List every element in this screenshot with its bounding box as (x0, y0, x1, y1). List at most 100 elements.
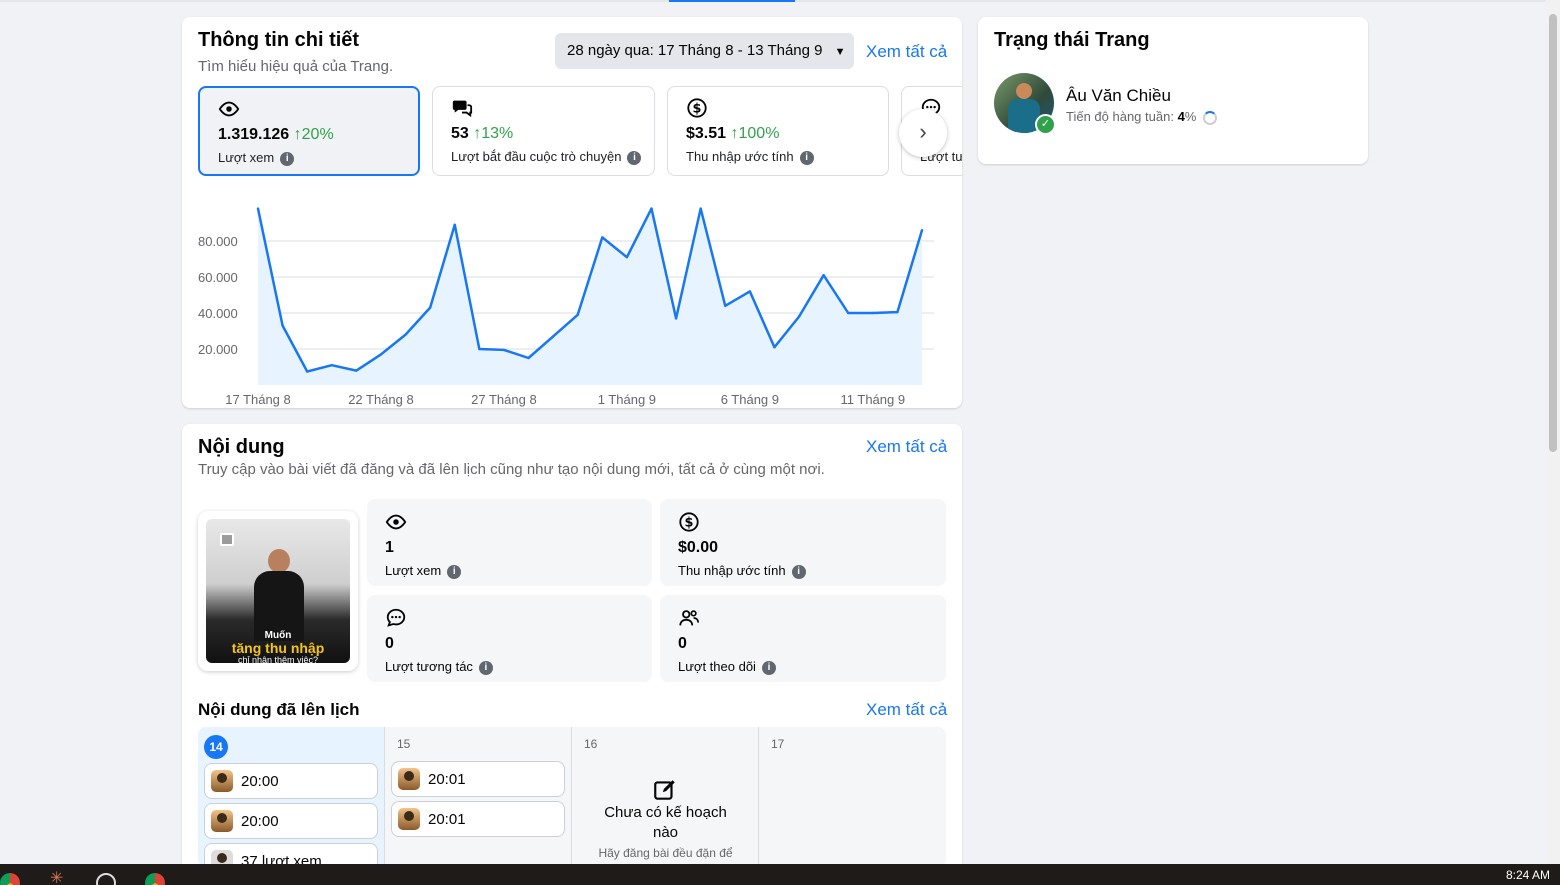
metric-value: 53 (451, 125, 469, 142)
calendar-day-number: 16 (584, 737, 598, 751)
scheduled-title: Nội dung đã lên lịch (198, 700, 360, 719)
metric-label: Lượt bắt đầu cuộc trò chuyện (451, 149, 622, 164)
progress-ring-icon (1202, 110, 1217, 125)
scheduled-time: 20:00 (241, 812, 279, 830)
y-tick-label: 40.000 (198, 306, 238, 321)
thumb-caption-big: tăng thu nhập (231, 640, 325, 656)
data-point (920, 229, 924, 232)
metrics-next-button[interactable]: › (899, 109, 947, 157)
openai-icon[interactable] (96, 873, 116, 885)
content-subtitle: Truy cập vào bài viết đã đăng và đã lên … (198, 461, 825, 478)
page-status-card: Trạng thái Trang ✓ Âu Văn Chiều Tiến độ … (978, 17, 1368, 164)
stat-views: 1 Lượt xem i (367, 499, 652, 586)
info-icon[interactable]: i (761, 660, 776, 675)
insights-card: Thông tin chi tiết Tìm hiểu hiệu quả của… (182, 17, 962, 408)
scheduled-see-all-link[interactable]: Xem tất cả (866, 700, 947, 720)
scheduled-time: 20:01 (428, 770, 466, 788)
calendar-day-number: 17 (771, 737, 785, 751)
x-tick-label: 1 Tháng 9 (598, 392, 656, 407)
starburst-app-icon[interactable]: ✳ (50, 871, 63, 885)
stat-value: 0 (678, 635, 687, 652)
info-icon[interactable]: i (799, 150, 814, 165)
scheduled-post[interactable]: 20:01 (391, 761, 565, 797)
weekly-progress-value: 4 (1177, 109, 1185, 124)
compose-icon[interactable] (652, 777, 678, 803)
photo-icon (220, 533, 234, 546)
insights-see-all-link[interactable]: Xem tất cả (866, 42, 947, 62)
scheduled-post[interactable]: 20:00 (204, 803, 378, 839)
date-range-label: 28 ngày qua: 17 Tháng 8 - 13 Tháng 9 (567, 42, 823, 59)
data-point (748, 290, 752, 293)
calendar-day-15[interactable]: 15 20:01 20:01 (385, 727, 572, 867)
metric-change: 100% (738, 125, 780, 142)
data-point (527, 356, 530, 360)
metric-label: Thu nhập ước tính (686, 149, 794, 164)
calendar-day-17[interactable]: 17 (759, 727, 946, 867)
info-icon[interactable]: i (447, 564, 462, 579)
data-point (502, 348, 506, 352)
content-see-all-link[interactable]: Xem tất cả (866, 437, 947, 457)
stat-value: 1 (385, 539, 394, 556)
weekly-progress-unit: % (1184, 109, 1197, 124)
info-icon[interactable]: i (791, 564, 806, 579)
metric-card-earnings[interactable]: $ $3.51 ↑100% Thu nhập ước tính i (667, 86, 889, 176)
data-point (576, 313, 579, 316)
data-point (379, 353, 383, 356)
insights-subtitle: Tìm hiểu hiệu quả của Trang. (198, 58, 394, 75)
scheduled-time: 20:01 (428, 810, 466, 828)
data-point (625, 256, 629, 259)
svg-text:$: $ (693, 102, 702, 117)
stat-label: Lượt xem (385, 563, 442, 578)
calendar-day-number: 14 (204, 735, 228, 759)
data-point (551, 335, 555, 338)
x-tick-label: 22 Tháng 8 (348, 392, 414, 407)
stat-label: Lượt theo dõi (678, 659, 756, 674)
stat-earnings: $ $0.00 Thu nhập ước tính i (660, 499, 946, 586)
data-point (773, 346, 776, 349)
data-point (650, 207, 653, 210)
data-point (355, 369, 358, 372)
page-scrollbar[interactable] (1546, 0, 1560, 864)
dollar-icon: $ (679, 512, 699, 532)
stat-followers: 0 Lượt theo dõi i (660, 595, 946, 682)
stat-engagement: 0 Lượt tương tác i (367, 595, 652, 682)
data-point (601, 236, 604, 239)
x-tick-label: 27 Tháng 8 (471, 392, 537, 407)
stat-label: Thu nhập ước tính (678, 563, 786, 578)
chrome-icon[interactable] (145, 873, 165, 885)
insights-title: Thông tin chi tiết (198, 29, 360, 51)
scheduled-post[interactable]: 20:01 (391, 801, 565, 837)
data-point (256, 207, 260, 210)
calendar-day-16[interactable]: 16 Chưa có kế hoạch nào Hãy đăng bài đều… (572, 727, 759, 867)
stat-value: $0.00 (678, 539, 719, 556)
scrollbar-thumb[interactable] (1549, 14, 1557, 452)
calendar-day-14[interactable]: 14 20:00 20:00 37 lượt xem (198, 727, 385, 867)
latest-post-thumbnail[interactable]: Muốn tăng thu nhập chỉ nhận thêm việc? (198, 511, 358, 671)
dollar-icon: $ (687, 98, 707, 118)
content-title: Nội dung (198, 436, 285, 458)
info-icon[interactable]: i (478, 660, 493, 675)
followers-icon (679, 610, 699, 626)
chrome-icon[interactable] (0, 873, 20, 885)
eye-icon (218, 101, 240, 117)
scheduled-post[interactable]: 20:00 (204, 763, 378, 799)
metric-card-views[interactable]: 1.319.126 ↑20% Lượt xem i (198, 86, 420, 176)
scheduled-time: 20:00 (241, 772, 279, 790)
x-tick-label: 6 Tháng 9 (721, 392, 779, 407)
caret-down-icon: ▼ (834, 46, 846, 58)
metric-card-conversations[interactable]: 53 ↑13% Lượt bắt đầu cuộc trò chuyện i (432, 86, 655, 176)
page-name[interactable]: Âu Văn Chiều (1066, 86, 1171, 106)
y-tick-label: 80.000 (198, 234, 238, 249)
metric-change: 20% (301, 126, 334, 143)
eye-icon (385, 514, 407, 530)
clock-time[interactable]: 8:24 AM (1506, 868, 1550, 882)
thumb-caption-bottom: chỉ nhận thêm việc? (237, 655, 319, 663)
info-icon[interactable]: i (627, 150, 642, 165)
data-point (822, 274, 825, 277)
data-point (453, 223, 456, 226)
info-icon[interactable]: i (280, 151, 295, 166)
data-point (404, 333, 407, 336)
empty-plan-title: Chưa có kế hoạch nào (604, 804, 727, 841)
date-range-dropdown[interactable]: 28 ngày qua: 17 Tháng 8 - 13 Tháng 9 ▼ (555, 33, 854, 69)
data-point (724, 304, 727, 307)
